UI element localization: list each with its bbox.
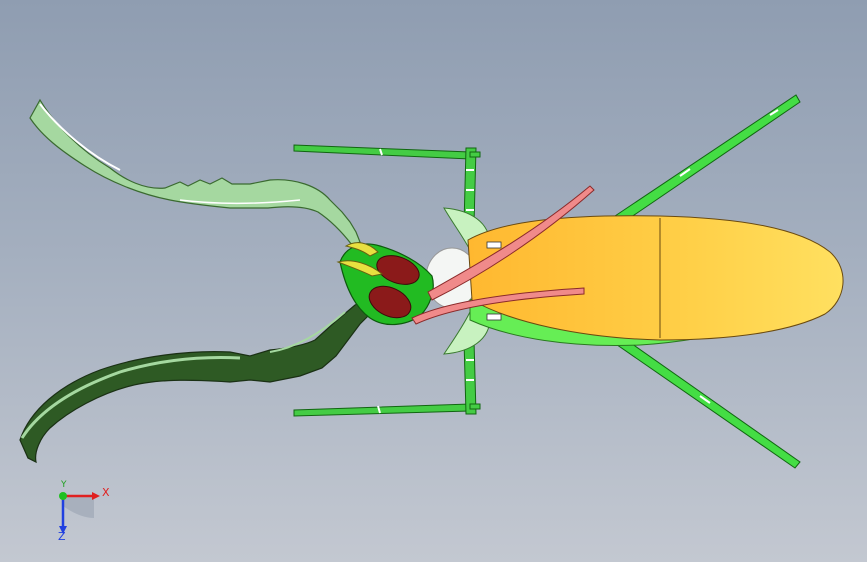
foreleg-lower[interactable] bbox=[19, 299, 375, 464]
x-axis-label: X bbox=[102, 486, 110, 499]
z-axis-label: Z bbox=[58, 530, 66, 543]
rear-leg-lower[interactable] bbox=[609, 333, 801, 469]
foreleg-upper[interactable] bbox=[29, 98, 361, 246]
cad-3d-viewport[interactable]: X Y Z bbox=[0, 0, 867, 562]
y-axis-label: Y bbox=[61, 480, 67, 490]
axis-triad: X Y Z bbox=[40, 478, 120, 548]
y-axis-origin bbox=[59, 492, 67, 500]
insect-model[interactable] bbox=[0, 0, 867, 562]
wing-marker-lower bbox=[486, 313, 502, 321]
rear-leg-upper[interactable] bbox=[611, 94, 801, 227]
wing-marker-upper bbox=[486, 241, 502, 249]
